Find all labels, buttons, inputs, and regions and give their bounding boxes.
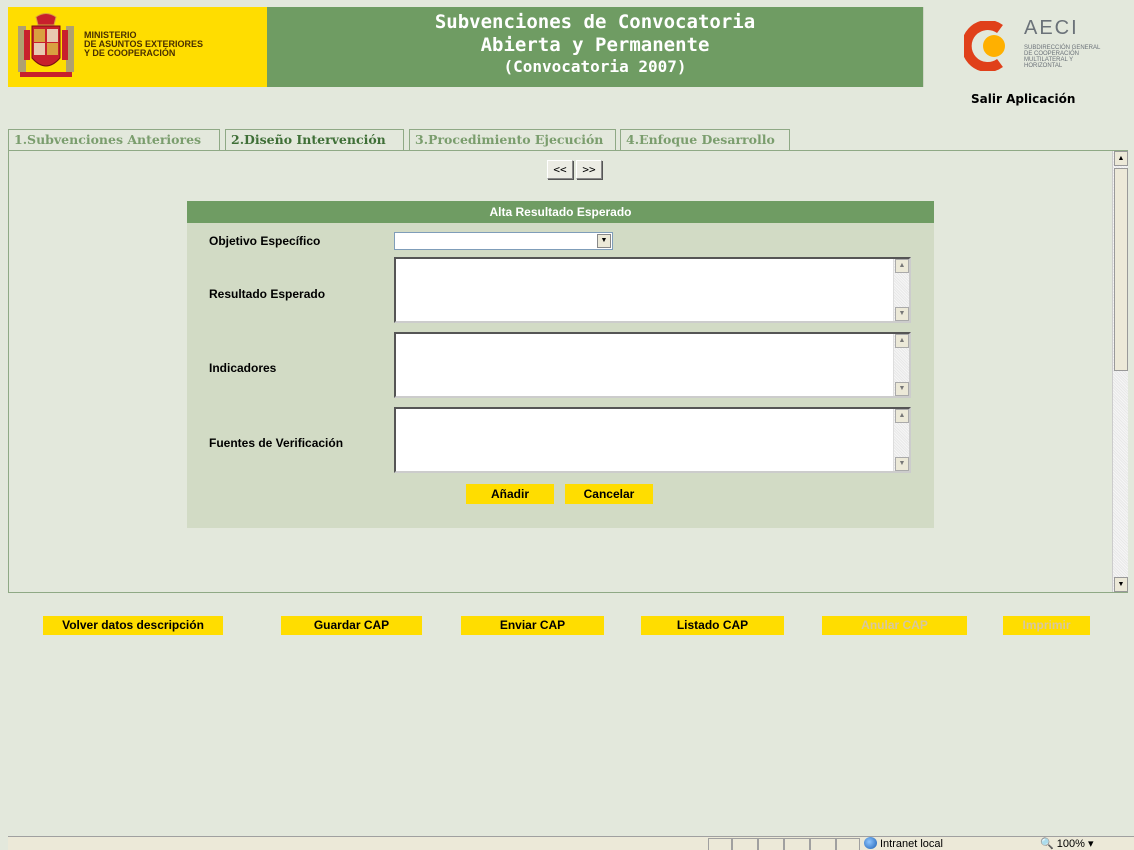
scrollbar[interactable]: ▲ ▼ [893,334,909,396]
scrollbar-thumb[interactable] [1114,168,1128,371]
enviar-button[interactable]: Enviar CAP [461,616,604,635]
indicadores-label: Indicadores [209,361,277,375]
objetivo-label: Objetivo Específico [209,234,321,248]
security-zone: Intranet local [864,837,943,850]
scroll-up-icon[interactable]: ▲ [895,409,909,423]
resultado-label: Resultado Esperado [209,287,326,301]
agency-name: AECI [1024,17,1079,39]
ministry-name: MINISTERIO DE ASUNTOS EXTERIORES Y DE CO… [84,30,204,58]
fuentes-label: Fuentes de Verificación [209,436,344,450]
fuentes-textarea[interactable]: ▲ ▼ [394,407,911,473]
alta-resultado-form: Alta Resultado Esperado Objetivo Específ… [187,201,934,528]
scroll-down-icon[interactable]: ▼ [895,457,909,471]
app-title: Subvenciones de Convocatoria Abierta y P… [267,7,923,87]
cancel-button[interactable]: Cancelar [565,484,653,504]
scroll-up-icon[interactable]: ▲ [895,259,909,273]
scroll-down-icon[interactable]: ▼ [895,382,909,396]
status-cell [810,838,836,850]
tab-enfoque-desarrollo[interactable]: 4.Enfoque Desarrollo [620,129,790,151]
status-cell [732,838,758,850]
scrollbar[interactable]: ▲ ▼ [893,409,909,471]
globe-icon [864,837,877,849]
content-scrollbar[interactable]: ▲ ▼ [1112,151,1128,592]
coat-of-arms-icon [18,13,74,77]
title-line-2: Abierta y Permanente [480,34,710,56]
next-button[interactable]: >> [576,160,602,179]
zone-label: Intranet local [880,838,943,850]
ministry-logo: MINISTERIO DE ASUNTOS EXTERIORES Y DE CO… [8,7,267,87]
anular-button: Anular CAP [822,616,967,635]
tab-diseno-intervencion[interactable]: 2.Diseño Intervención [225,129,404,152]
exit-app-link[interactable]: Salir Aplicación [971,92,1075,106]
status-cell [708,838,732,850]
agency-subtitle: SUBDIRECCIÓN GENERAL DE COOPERACIÓN MULT… [1024,45,1101,69]
title-line-3: (Convocatoria 2007) [503,57,687,76]
zoom-level: 100% [1056,838,1085,850]
prev-button[interactable]: << [547,160,573,179]
listado-button[interactable]: Listado CAP [641,616,784,635]
add-button[interactable]: Añadir [466,484,554,504]
imprimir-button: Imprimir [1003,616,1090,635]
resultado-textarea[interactable]: ▲ ▼ [394,257,911,323]
form-title: Alta Resultado Esperado [187,201,934,223]
tab-subvenciones-anteriores[interactable]: 1.Subvenciones Anteriores [8,129,220,151]
title-line-1: Subvenciones de Convocatoria [434,11,756,33]
zoom-icon: 🔍 [1040,838,1057,850]
guardar-button[interactable]: Guardar CAP [281,616,422,635]
aeci-logo: AECI SUBDIRECCIÓN GENERAL DE COOPERACIÓN… [923,7,1126,87]
aeci-emblem-icon [964,21,1005,71]
tab-procedimiento-ejecucion[interactable]: 3.Procedimiento Ejecución [409,129,616,151]
status-cell [758,838,784,850]
nav-buttons: << >> [547,160,605,179]
zoom-control[interactable]: 🔍 100% ▾ [1040,837,1093,850]
volver-button[interactable]: Volver datos descripción [43,616,223,635]
status-cell [836,838,860,850]
chevron-down-icon[interactable]: ▼ [597,234,611,248]
scroll-down-icon[interactable]: ▼ [1114,577,1128,592]
objetivo-select[interactable]: ▼ [394,232,613,250]
browser-statusbar: Intranet local 🔍 100% ▾ [8,836,1134,850]
status-cell [784,838,810,850]
scroll-down-icon[interactable]: ▼ [895,307,909,321]
scroll-up-icon[interactable]: ▲ [1114,151,1128,166]
app-header: MINISTERIO DE ASUNTOS EXTERIORES Y DE CO… [8,7,1126,87]
scrollbar[interactable]: ▲ ▼ [893,259,909,321]
scroll-up-icon[interactable]: ▲ [895,334,909,348]
content-frame: << >> Alta Resultado Esperado Objetivo Es… [8,150,1128,593]
indicadores-textarea[interactable]: ▲ ▼ [394,332,911,398]
